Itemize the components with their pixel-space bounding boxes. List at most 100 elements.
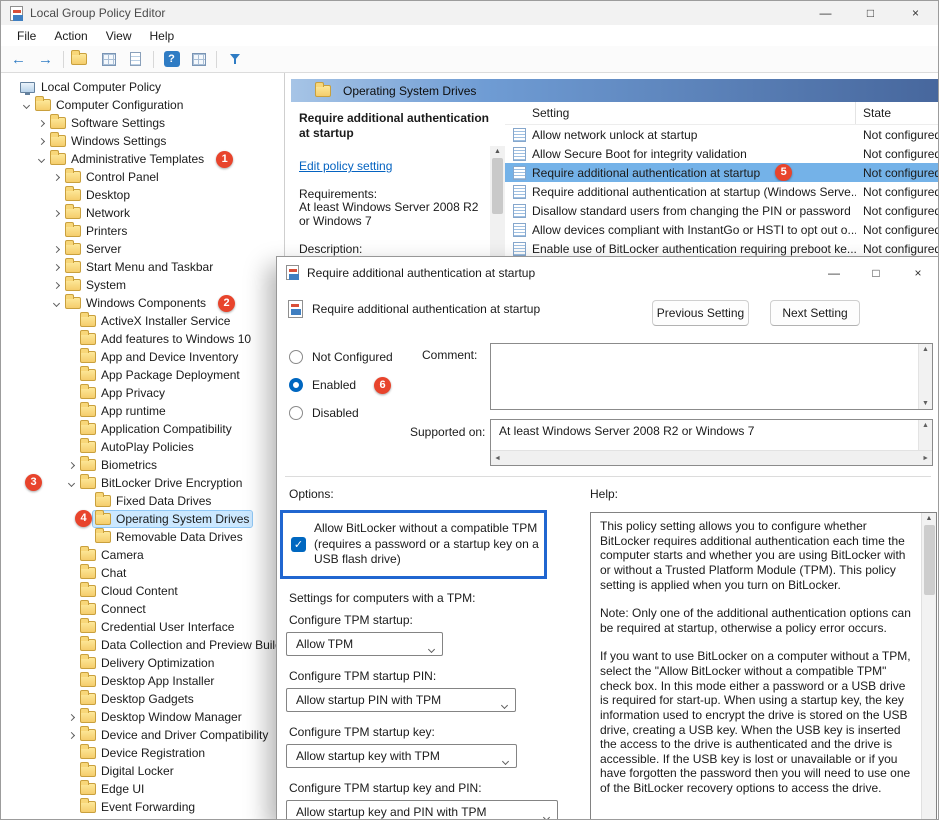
- tree-item[interactable]: Device and Driver Compatibility: [1, 726, 284, 744]
- radio-button[interactable]: [289, 378, 303, 392]
- maximize-button[interactable]: □: [848, 1, 893, 25]
- back-button[interactable]: ←: [6, 48, 31, 70]
- settings-list-row[interactable]: Require additional authentication at sta…: [505, 182, 938, 201]
- chevron-right-icon[interactable]: [50, 261, 63, 274]
- settings-list-row[interactable]: Disallow standard users from changing th…: [505, 201, 938, 220]
- chevron-right-icon[interactable]: [50, 171, 63, 184]
- tree-item[interactable]: Event Forwarding: [1, 798, 284, 816]
- settings-list-row[interactable]: Allow Secure Boot for integrity validati…: [505, 144, 938, 163]
- tree-item[interactable]: Application Compatibility: [1, 420, 284, 438]
- column-header-setting[interactable]: Setting: [505, 102, 856, 124]
- help-button[interactable]: ?: [159, 48, 184, 70]
- edit-policy-setting-link[interactable]: Edit policy setting: [299, 159, 392, 173]
- chevron-right-icon[interactable]: [65, 459, 78, 472]
- export-list-button[interactable]: [123, 48, 148, 70]
- radio-option-enabled[interactable]: Enabled6: [289, 371, 393, 399]
- extended-view-toggle-button[interactable]: [186, 48, 211, 70]
- tree-item[interactable]: App Privacy: [1, 384, 284, 402]
- dropdown-3[interactable]: Allow startup key with TPM: [286, 744, 517, 768]
- chevron-down-icon[interactable]: [20, 99, 33, 112]
- dropdown-4[interactable]: Allow startup key and PIN with TPM: [286, 800, 558, 820]
- comment-value[interactable]: [491, 344, 918, 409]
- tree-item[interactable]: Printers: [1, 222, 284, 240]
- menu-action[interactable]: Action: [45, 26, 96, 46]
- chevron-right-icon[interactable]: [50, 207, 63, 220]
- tree-item[interactable]: App runtime: [1, 402, 284, 420]
- tree-item[interactable]: Credential User Interface: [1, 618, 284, 636]
- tree-item[interactable]: Desktop Gadgets: [1, 690, 284, 708]
- dialog-close-button[interactable]: ×: [897, 257, 939, 288]
- chevron-right-icon[interactable]: [35, 135, 48, 148]
- tree-item[interactable]: Add features to Windows 10: [1, 330, 284, 348]
- radio-option-disabled[interactable]: Disabled: [289, 399, 393, 427]
- tree-item[interactable]: Server: [1, 240, 284, 258]
- console-tree-toggle-button[interactable]: [69, 48, 94, 70]
- chevron-right-icon[interactable]: [35, 117, 48, 130]
- minimize-button[interactable]: —: [803, 1, 848, 25]
- chevron-right-icon[interactable]: [65, 729, 78, 742]
- tree-item[interactable]: Software Settings: [1, 114, 284, 132]
- tree-item[interactable]: 3BitLocker Drive Encryption: [1, 474, 284, 492]
- radio-option-not-configured[interactable]: Not Configured: [289, 343, 393, 371]
- scrollbar-thumb[interactable]: [492, 158, 503, 214]
- tree-item[interactable]: Digital Locker: [1, 762, 284, 780]
- tree-item[interactable]: Desktop App Installer: [1, 672, 284, 690]
- tree-item[interactable]: Desktop: [1, 186, 284, 204]
- supported-scrollbar[interactable]: ▲: [918, 420, 932, 450]
- settings-list-row[interactable]: Allow devices compliant with InstantGo o…: [505, 220, 938, 239]
- tree-item[interactable]: Data Collection and Preview Builds: [1, 636, 284, 654]
- tree-item[interactable]: Chat: [1, 564, 284, 582]
- tree-item[interactable]: Start Menu and Taskbar: [1, 258, 284, 276]
- tree-item[interactable]: Windows Settings: [1, 132, 284, 150]
- chevron-down-icon[interactable]: [35, 153, 48, 166]
- tree-item[interactable]: Local Computer Policy: [1, 78, 284, 96]
- filter-button[interactable]: [222, 48, 247, 70]
- scrollbar-thumb[interactable]: [924, 525, 935, 595]
- tree-item[interactable]: AutoPlay Policies: [1, 438, 284, 456]
- scroll-up-icon[interactable]: ▲: [494, 148, 501, 155]
- tree-item[interactable]: Biometrics: [1, 456, 284, 474]
- allow-bitlocker-without-tpm-checkbox[interactable]: ✓: [291, 537, 306, 552]
- settings-list-row[interactable]: Allow network unlock at startupNot confi…: [505, 125, 938, 144]
- tree-item[interactable]: App Package Deployment: [1, 366, 284, 384]
- scroll-up-icon[interactable]: ▲: [922, 422, 929, 429]
- tree-item[interactable]: 4Operating System Drives: [1, 510, 284, 528]
- tree-item[interactable]: Fixed Data Drives: [1, 492, 284, 510]
- radio-button[interactable]: [289, 350, 303, 364]
- next-setting-button[interactable]: Next Setting: [770, 300, 860, 326]
- chevron-right-icon[interactable]: [50, 243, 63, 256]
- chevron-down-icon[interactable]: [65, 477, 78, 490]
- tree-item[interactable]: Removable Data Drives: [1, 528, 284, 546]
- chevron-down-icon[interactable]: [50, 297, 63, 310]
- help-scrollbar[interactable]: ▲: [921, 513, 936, 819]
- tree-item[interactable]: Camera: [1, 546, 284, 564]
- tree-item[interactable]: Desktop Window Manager: [1, 708, 284, 726]
- dropdown-1[interactable]: Allow TPM: [286, 632, 443, 656]
- tree-item[interactable]: Windows Components2: [1, 294, 284, 312]
- chevron-right-icon[interactable]: [65, 711, 78, 724]
- column-header-state[interactable]: State: [856, 102, 938, 124]
- dropdown-2[interactable]: Allow startup PIN with TPM: [286, 688, 516, 712]
- menu-file[interactable]: File: [8, 26, 45, 46]
- tree-item[interactable]: App and Device Inventory: [1, 348, 284, 366]
- settings-list-row[interactable]: Require additional authentication at sta…: [505, 163, 938, 182]
- tree-item[interactable]: System: [1, 276, 284, 294]
- previous-setting-button[interactable]: Previous Setting: [652, 300, 749, 326]
- tree-item[interactable]: Delivery Optimization: [1, 654, 284, 672]
- scroll-left-icon[interactable]: ◄: [494, 455, 501, 462]
- comment-input[interactable]: ▲ ▼: [490, 343, 933, 410]
- chevron-right-icon[interactable]: [50, 279, 63, 292]
- scroll-up-icon[interactable]: ▲: [926, 515, 933, 522]
- tree-item[interactable]: Control Panel: [1, 168, 284, 186]
- tree-item[interactable]: Connect: [1, 600, 284, 618]
- tree-item[interactable]: Device Registration: [1, 744, 284, 762]
- forward-button[interactable]: →: [33, 48, 58, 70]
- close-button[interactable]: ×: [893, 1, 938, 25]
- radio-button[interactable]: [289, 406, 303, 420]
- supported-horizontal-scrollbar[interactable]: ◄ ►: [491, 450, 932, 465]
- scroll-right-icon[interactable]: ►: [922, 455, 929, 462]
- scroll-up-icon[interactable]: ▲: [922, 346, 929, 353]
- tree-item[interactable]: Cloud Content: [1, 582, 284, 600]
- tree-item[interactable]: Computer Configuration: [1, 96, 284, 114]
- properties-button[interactable]: [96, 48, 121, 70]
